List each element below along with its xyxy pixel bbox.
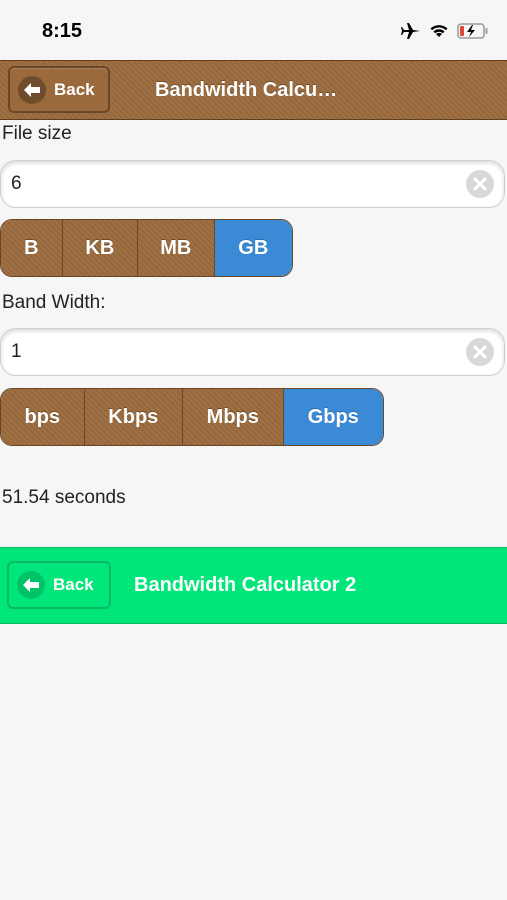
bandwidth-unit-selector: bps Kbps Mbps Gbps xyxy=(0,388,384,446)
back-button-label: Back xyxy=(54,79,95,99)
result-text: 51.54 seconds xyxy=(2,487,126,508)
clear-icon[interactable] xyxy=(466,338,494,366)
back-button[interactable]: Back xyxy=(8,66,110,113)
bandwidth-input[interactable] xyxy=(11,338,451,366)
status-bar: 8:15 xyxy=(0,0,507,60)
unit-button-gb[interactable]: GB xyxy=(214,220,292,276)
file-size-input[interactable] xyxy=(11,170,451,198)
file-size-field-wrap xyxy=(0,160,505,208)
footer-back-button[interactable]: Back xyxy=(7,561,111,609)
battery-charging-icon xyxy=(457,23,489,44)
unit-button-mbps[interactable]: Mbps xyxy=(183,389,284,445)
unit-button-bps[interactable]: bps xyxy=(1,389,85,445)
arrow-left-icon xyxy=(17,571,45,599)
airplane-icon xyxy=(401,22,421,45)
footer-bar: Back Bandwidth Calculator 2 xyxy=(0,547,507,624)
unit-button-b[interactable]: B xyxy=(1,220,63,276)
footer-title: Bandwidth Calculator 2 xyxy=(134,574,357,596)
unit-button-kb[interactable]: KB xyxy=(62,220,139,276)
header-bar: Back Bandwidth Calcu… xyxy=(0,60,507,120)
status-icons xyxy=(401,22,489,45)
file-size-label: File size xyxy=(2,123,72,144)
unit-button-mb[interactable]: MB xyxy=(138,220,215,276)
bandwidth-label: Band Width: xyxy=(2,292,106,313)
file-size-unit-selector: B KB MB GB xyxy=(0,219,293,277)
clear-icon[interactable] xyxy=(466,170,494,198)
unit-button-gbps[interactable]: Gbps xyxy=(283,389,383,445)
unit-button-kbps[interactable]: Kbps xyxy=(84,389,184,445)
arrow-left-icon xyxy=(18,75,46,104)
bandwidth-field-wrap xyxy=(0,328,505,376)
status-time: 8:15 xyxy=(42,20,83,42)
wifi-icon xyxy=(429,23,449,44)
page-title: Bandwidth Calcu… xyxy=(155,79,338,101)
footer-back-label: Back xyxy=(53,575,94,594)
